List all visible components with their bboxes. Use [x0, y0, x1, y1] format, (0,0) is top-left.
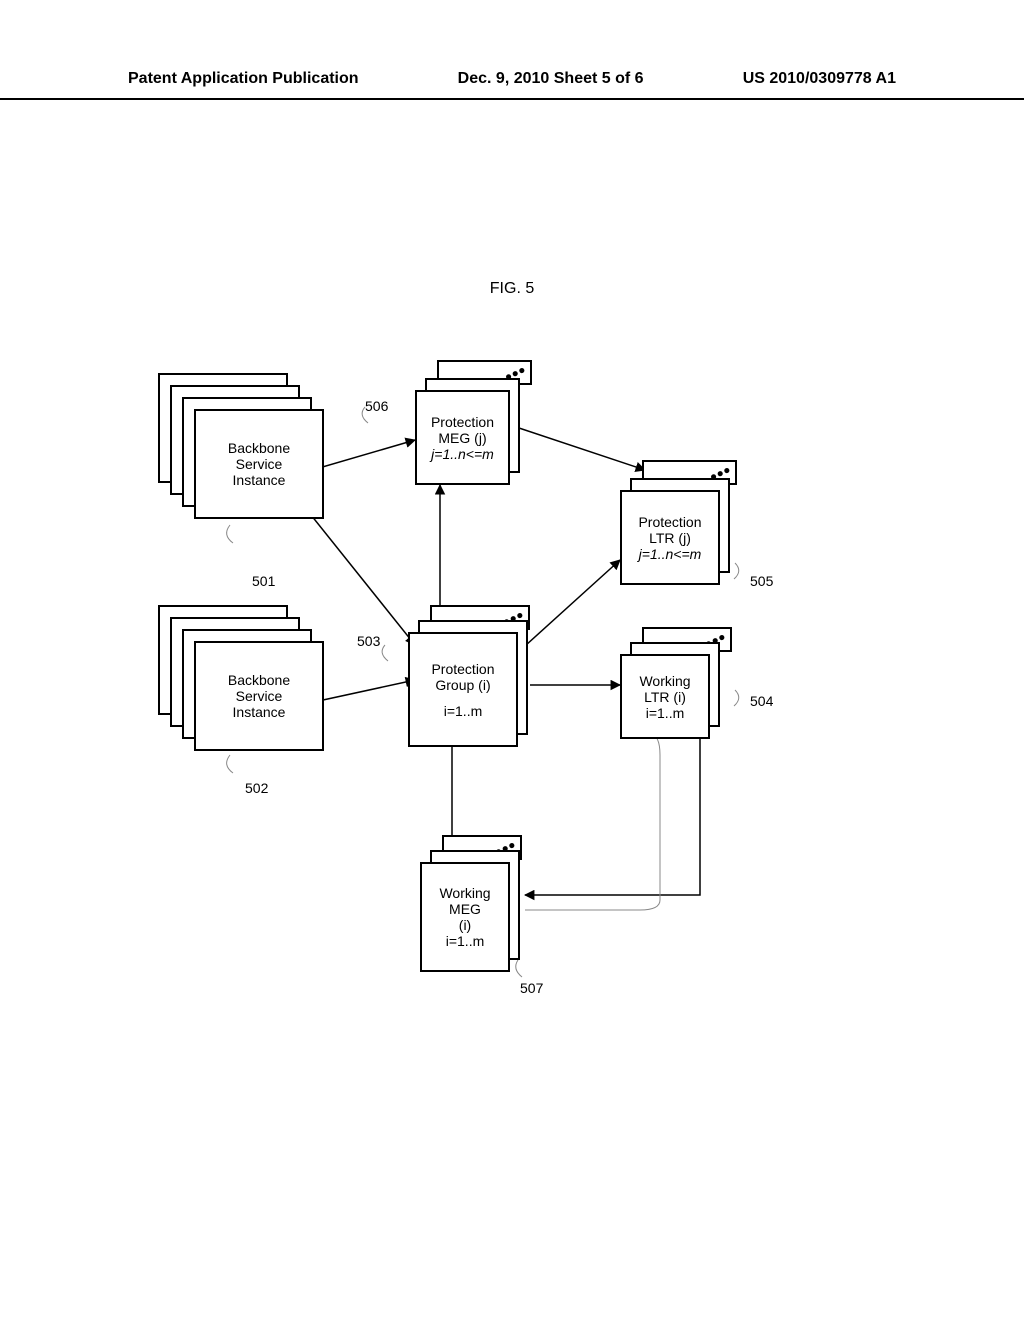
- wmeg-l2: MEG: [449, 901, 481, 917]
- bsi1-l3: Instance: [233, 472, 286, 488]
- pg-l1: Protection: [431, 661, 494, 677]
- wltr-l3: i=1..m: [646, 705, 685, 721]
- page-header: Patent Application Publication Dec. 9, 2…: [0, 70, 1024, 100]
- header-right: US 2010/0309778 A1: [743, 70, 896, 88]
- label-502: 502: [245, 780, 268, 796]
- label-503: 503: [357, 633, 380, 649]
- pmeg-l2: MEG (j): [438, 430, 486, 446]
- label-507: 507: [520, 980, 543, 996]
- bsi2-l2: Service: [236, 688, 283, 704]
- header-center: Dec. 9, 2010 Sheet 5 of 6: [458, 70, 644, 88]
- bsi2-l3: Instance: [233, 704, 286, 720]
- wltr-l2: LTR (i): [644, 689, 686, 705]
- pg-l2: Group (i): [435, 677, 490, 693]
- bsi1-l2: Service: [236, 456, 283, 472]
- figure-title: FIG. 5: [490, 280, 534, 298]
- label-505: 505: [750, 573, 773, 589]
- diagram-fig5: Backbone Service Instance Backbone Servi…: [140, 355, 770, 1055]
- wmeg-l4: i=1..m: [446, 933, 485, 949]
- bsi2-l1: Backbone: [228, 672, 290, 688]
- pltr-l3: j=1..n<=m: [639, 546, 702, 562]
- pmeg-l3: j=1..n<=m: [431, 446, 494, 462]
- wmeg-l1: Working: [439, 885, 490, 901]
- pltr-l2: LTR (j): [649, 530, 691, 546]
- wmeg-l3: (i): [459, 917, 471, 933]
- pmeg-l1: Protection: [431, 414, 494, 430]
- label-504: 504: [750, 693, 773, 709]
- pltr-l1: Protection: [638, 514, 701, 530]
- header-left: Patent Application Publication: [128, 70, 359, 88]
- pg-l3: i=1..m: [444, 703, 483, 719]
- label-501: 501: [252, 573, 275, 589]
- bsi1-l1: Backbone: [228, 440, 290, 456]
- label-506: 506: [365, 398, 388, 414]
- wltr-l1: Working: [639, 673, 690, 689]
